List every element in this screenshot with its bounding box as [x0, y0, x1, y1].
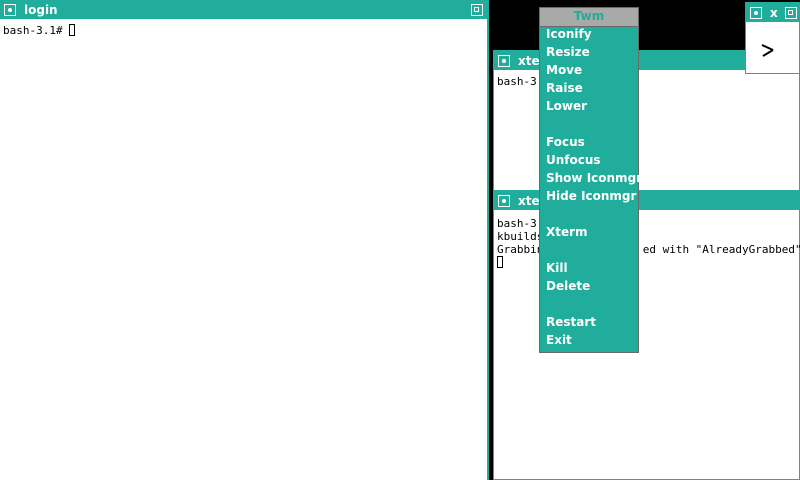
menu-item-iconify[interactable]: Iconify — [546, 25, 592, 43]
terminal-line: bash-3. — [497, 217, 544, 230]
login-titlebar[interactable]: login — [0, 0, 487, 20]
menu-item-lower[interactable]: Lower — [546, 97, 587, 115]
twm-root-menu[interactable]: Twm Iconify Resize Move Raise Lower Focu… — [539, 7, 642, 353]
terminal-line: bash-3. — [497, 75, 544, 88]
window-title: x — [770, 6, 778, 20]
terminal-line: Grabbin — [497, 243, 544, 256]
clock-face-icon — [751, 28, 795, 72]
menu-item-kill[interactable]: Kill — [546, 259, 568, 277]
window-menu-icon[interactable] — [498, 195, 510, 207]
resize-icon[interactable] — [785, 7, 797, 19]
menu-item-focus[interactable]: Focus — [546, 133, 585, 151]
window-title: xte — [518, 194, 540, 208]
menu-item-restart[interactable]: Restart — [546, 313, 596, 331]
menu-item-delete[interactable]: Delete — [546, 277, 590, 295]
window-title: login — [24, 3, 58, 17]
prompt-text: bash-3.1# — [3, 24, 70, 37]
terminal-line: kbuilds — [497, 230, 544, 243]
resize-icon[interactable] — [471, 4, 483, 16]
xclock-titlebar[interactable]: x — [746, 3, 799, 23]
xclock-window[interactable]: x — [745, 2, 800, 74]
text-cursor — [497, 256, 503, 268]
text-cursor — [69, 24, 76, 36]
menu-item-hide-iconmgr[interactable]: Hide Iconmgr — [546, 187, 636, 205]
menu-item-unfocus[interactable]: Unfocus — [546, 151, 601, 169]
window-menu-icon[interactable] — [750, 7, 762, 19]
menu-item-raise[interactable]: Raise — [546, 79, 583, 97]
login-window[interactable]: login bash-3.1# — [0, 0, 489, 480]
terminal-line-continuation: ed with "AlreadyGrabbed" — [642, 243, 800, 256]
menu-item-exit[interactable]: Exit — [546, 331, 572, 349]
menu-item-move[interactable]: Move — [546, 61, 582, 79]
menu-item-show-iconmgr[interactable]: Show Iconmgr — [546, 169, 642, 187]
menu-item-resize[interactable]: Resize — [546, 43, 590, 61]
window-title: xte — [518, 54, 540, 68]
window-menu-icon[interactable] — [498, 55, 510, 67]
menu-item-xterm[interactable]: Xterm — [546, 223, 588, 241]
window-menu-icon[interactable] — [4, 4, 16, 16]
terminal-area[interactable]: bash-3.1# — [3, 24, 485, 37]
